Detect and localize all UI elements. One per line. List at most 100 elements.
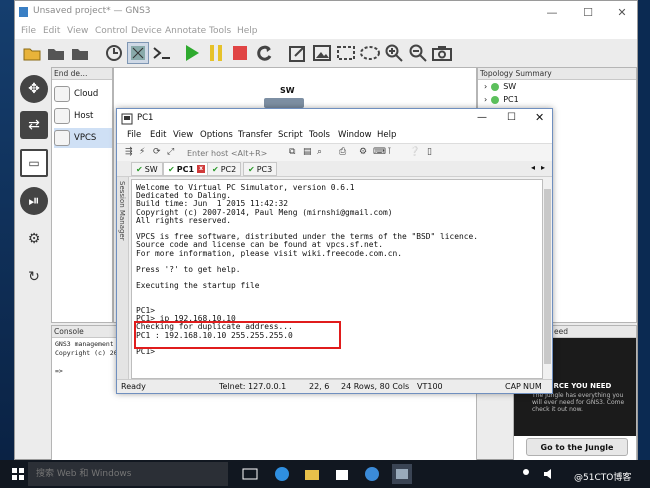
window-title: Unsaved project* — GNS3 — [33, 6, 151, 16]
start-all-icon[interactable] — [181, 42, 203, 64]
copy-icon[interactable]: ⧉ — [289, 147, 295, 157]
pc1-statusbar: Ready Telnet: 127.0.0.1 22, 6 24 Rows, 8… — [117, 379, 552, 393]
pc1-menu-window[interactable]: Window — [338, 130, 372, 140]
menu-view[interactable]: View — [67, 26, 88, 36]
pc1-menu-file[interactable]: File — [127, 130, 141, 140]
host-input[interactable] — [187, 147, 281, 159]
status-dot-icon — [491, 95, 500, 104]
screenshot-icon[interactable] — [431, 42, 453, 64]
reconnect-icon[interactable]: ⟳ — [153, 147, 161, 157]
switches-icon[interactable]: ⇄ — [20, 111, 48, 139]
gns3-titlebar: Unsaved project* — GNS3 — ☐ ✕ — [15, 1, 637, 25]
status-cursor: 22, 6 — [309, 382, 330, 391]
keymap-icon[interactable]: ⌨ — [373, 147, 386, 157]
menu-edit[interactable]: Edit — [43, 26, 60, 36]
connect-icon[interactable]: ⇶ — [125, 147, 133, 157]
zoom-out-icon[interactable] — [407, 42, 429, 64]
pc1-menu-help[interactable]: Help — [377, 130, 396, 140]
gns3-taskbar-icon[interactable] — [362, 464, 382, 484]
reload-all-icon[interactable] — [253, 42, 275, 64]
menu-file[interactable]: File — [21, 26, 36, 36]
draw-ellipse-icon[interactable] — [359, 42, 381, 64]
pin-icon[interactable]: ▯ — [427, 147, 432, 157]
menu-tools[interactable]: Tools — [209, 26, 231, 36]
minimize-button[interactable]: — — [535, 1, 569, 25]
add-note-icon[interactable] — [287, 42, 309, 64]
check-icon: ✔ — [248, 164, 255, 174]
device-cloud[interactable]: Cloud — [54, 84, 112, 104]
taskbar-search-input[interactable] — [28, 462, 228, 486]
people-icon[interactable] — [516, 464, 536, 484]
pc1-menu-options[interactable]: Options — [200, 130, 233, 140]
clock-icon[interactable] — [103, 42, 125, 64]
new-project-icon[interactable] — [21, 42, 43, 64]
disconnect-icon[interactable]: ⤢ — [167, 147, 174, 157]
find-icon[interactable]: ⌕ — [317, 147, 322, 157]
status-cap: CAP — [505, 382, 521, 391]
help-icon[interactable]: ❔ — [409, 147, 420, 157]
pc1-menu-edit[interactable]: Edit — [150, 130, 166, 140]
pc1-minimize-button[interactable]: — — [477, 112, 487, 123]
pc1-close-button[interactable]: ✕ — [535, 111, 544, 124]
maximize-button[interactable]: ☐ — [571, 1, 605, 25]
status-emulation: VT100 — [417, 382, 443, 391]
host-icon — [54, 108, 70, 124]
security-devices-icon[interactable]: ⏯ — [20, 187, 48, 215]
highlight-box — [134, 321, 341, 349]
all-devices-icon[interactable]: ⚙ — [20, 225, 48, 253]
pc1-menu-view[interactable]: View — [173, 130, 193, 140]
sftp-icon[interactable]: ⊺ — [387, 147, 392, 157]
terminal-scrollbar[interactable] — [543, 179, 552, 379]
tab-sw[interactable]: ✔ SW — [131, 162, 163, 176]
stop-all-icon[interactable] — [229, 42, 251, 64]
show-interface-labels-icon[interactable] — [127, 42, 149, 64]
topology-item-sw[interactable]: › SW — [484, 82, 516, 91]
open-project-icon[interactable] — [45, 42, 67, 64]
end-devices-icon[interactable]: ▭ — [20, 149, 48, 177]
cloud-icon — [54, 86, 70, 102]
insert-image-icon[interactable] — [311, 42, 333, 64]
terminal-screen[interactable]: Welcome to Virtual PC Simulator, version… — [131, 179, 543, 379]
console-all-icon[interactable] — [151, 42, 173, 64]
task-view-icon[interactable] — [240, 464, 260, 484]
menu-control[interactable]: Control — [95, 26, 128, 36]
switch-node-icon[interactable] — [264, 98, 304, 108]
gns3-toolbar — [15, 39, 637, 67]
volume-icon[interactable] — [540, 464, 560, 484]
session-manager-sidebar[interactable]: Session Manager — [117, 177, 129, 379]
pc1-menu-transfer[interactable]: Transfer — [238, 130, 272, 140]
tab-scroll-left-icon[interactable]: ◂ — [531, 163, 535, 172]
tab-pc1[interactable]: ✔ PC1 x — [163, 162, 211, 176]
close-tab-icon[interactable]: x — [197, 165, 206, 173]
windows-start-icon[interactable] — [12, 468, 24, 480]
print-icon[interactable]: ⎙ — [339, 147, 346, 157]
file-explorer-icon[interactable] — [302, 464, 322, 484]
pc1-menu-script[interactable]: Script — [278, 130, 303, 140]
suspend-all-icon[interactable] — [205, 42, 227, 64]
topology-item-pc1[interactable]: › PC1 — [484, 95, 519, 104]
settings-gear-icon[interactable]: ⚙ — [359, 147, 367, 157]
menu-annotate[interactable]: Annotate — [165, 26, 206, 36]
menu-help[interactable]: Help — [237, 26, 258, 36]
menu-device[interactable]: Device — [131, 26, 162, 36]
save-project-icon[interactable] — [69, 42, 91, 64]
zoom-in-icon[interactable] — [383, 42, 405, 64]
news-body: The Jungle has everything you will ever … — [532, 392, 625, 413]
device-vpcs[interactable]: VPCS — [54, 128, 112, 148]
pc1-menu-tools[interactable]: Tools — [309, 130, 330, 140]
routers-icon[interactable]: ✥ — [20, 75, 48, 103]
paste-icon[interactable]: ▤ — [303, 147, 312, 157]
go-to-jungle-button[interactable]: Go to the Jungle — [526, 438, 628, 456]
tab-scroll-right-icon[interactable]: ▸ — [541, 163, 545, 172]
pc1-maximize-button[interactable]: ☐ — [507, 112, 516, 123]
add-link-icon[interactable]: ↻ — [20, 263, 48, 291]
tab-pc3[interactable]: ✔ PC3 — [243, 162, 278, 176]
edge-browser-icon[interactable] — [272, 464, 292, 484]
device-host[interactable]: Host — [54, 106, 112, 126]
draw-rectangle-icon[interactable] — [335, 42, 357, 64]
close-button[interactable]: ✕ — [605, 1, 639, 25]
quick-connect-icon[interactable]: ⚡ — [139, 147, 145, 157]
store-icon[interactable] — [332, 464, 352, 484]
securecrt-taskbar-icon[interactable] — [392, 464, 412, 484]
tab-pc2[interactable]: ✔ PC2 — [207, 162, 242, 176]
